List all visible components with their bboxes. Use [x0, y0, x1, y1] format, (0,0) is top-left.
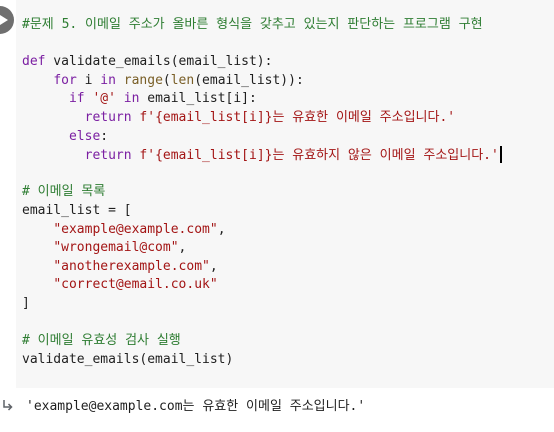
code-token: for [53, 72, 77, 88]
text-cursor [499, 146, 502, 164]
code-token: , [178, 240, 187, 256]
code-token: ] [22, 296, 30, 311]
code-token: : [100, 128, 109, 144]
code-token: def [22, 54, 46, 70]
code-token: len [170, 72, 195, 88]
code-token: "anotherexample.com" [53, 258, 210, 274]
code-line: else: [22, 128, 108, 146]
code-token: "wrongemail@com" [53, 240, 179, 256]
code-token: if [68, 91, 85, 107]
code-token: #문제 5. 이메일 주소가 올바른 형식을 갖추고 있는지 판단하는 프로그램… [22, 17, 483, 32]
code-token: i [76, 72, 101, 88]
code-token: f'{email_list[i]}는 유효한 이메일 주소입니다.' [139, 110, 456, 125]
code-token: validate_emails(email_list) [22, 351, 234, 367]
code-token: return [84, 148, 132, 164]
code-line: "anotherexample.com", [22, 258, 218, 276]
code-token: f'{email_list[i]}는 유효하지 않은 이메일 주소입니다.' [139, 148, 499, 164]
code-token: "example@example.com" [53, 221, 218, 237]
output-arrow-icon[interactable] [0, 398, 16, 414]
code-cell[interactable]: #문제 5. 이메일 주소가 올바른 형식을 갖추고 있는지 판단하는 프로그램… [0, 0, 554, 388]
code-token: else [68, 128, 101, 144]
play-icon [0, 15, 8, 25]
code-line: email_list = [ [22, 202, 132, 220]
code-token: , [217, 221, 226, 237]
code-token: , [209, 258, 218, 274]
code-token: email_list[i]: [139, 91, 257, 107]
cell-output: 'example@example.com는 유효한 이메일 주소입니다.' [0, 388, 554, 432]
code-token: email_list = [ [22, 203, 132, 218]
code-line: ] [22, 295, 30, 313]
code-token: # 이메일 유효성 검사 실행 [22, 333, 181, 349]
code-token: return [84, 110, 132, 125]
code-line: def validate_emails(email_list): [22, 53, 272, 71]
code-line: "example@example.com", [22, 221, 226, 239]
code-line: "wrongemail@com", [22, 239, 186, 257]
cell-gutter [0, 0, 16, 388]
code-token: range [123, 72, 163, 88]
code-token: (email_list)): [194, 72, 304, 88]
run-cell-button[interactable] [0, 6, 14, 34]
code-line: return f'{email_list[i]}는 유효한 이메일 주소입니다.… [22, 109, 456, 127]
code-editor[interactable]: #문제 5. 이메일 주소가 올바른 형식을 갖추고 있는지 판단하는 프로그램… [16, 0, 554, 388]
code-line: validate_emails(email_list) [22, 351, 233, 369]
output-text: 'example@example.com는 유효한 이메일 주소입니다.' [26, 399, 366, 414]
code-line: "correct@email.co.uk" [22, 276, 218, 294]
code-line: # 이메일 목록 [22, 183, 105, 201]
code-line: for i in range(len(email_list)): [22, 72, 304, 90]
code-token: '@' [92, 91, 116, 107]
code-token: "correct@email.co.uk" [53, 277, 218, 293]
code-token: validate_emails(email_list): [45, 54, 273, 70]
code-line: return f'{email_list[i]}는 유효하지 않은 이메일 주소… [22, 146, 502, 164]
code-token: # 이메일 목록 [22, 184, 106, 200]
code-token: ( [162, 72, 171, 88]
code-line: #문제 5. 이메일 주소가 올바른 형식을 갖추고 있는지 판단하는 프로그램… [22, 16, 483, 34]
code-token: in [123, 91, 140, 107]
code-line: # 이메일 유효성 검사 실행 [22, 332, 181, 350]
code-line: if '@' in email_list[i]: [22, 90, 257, 108]
code-token: in [100, 72, 116, 88]
